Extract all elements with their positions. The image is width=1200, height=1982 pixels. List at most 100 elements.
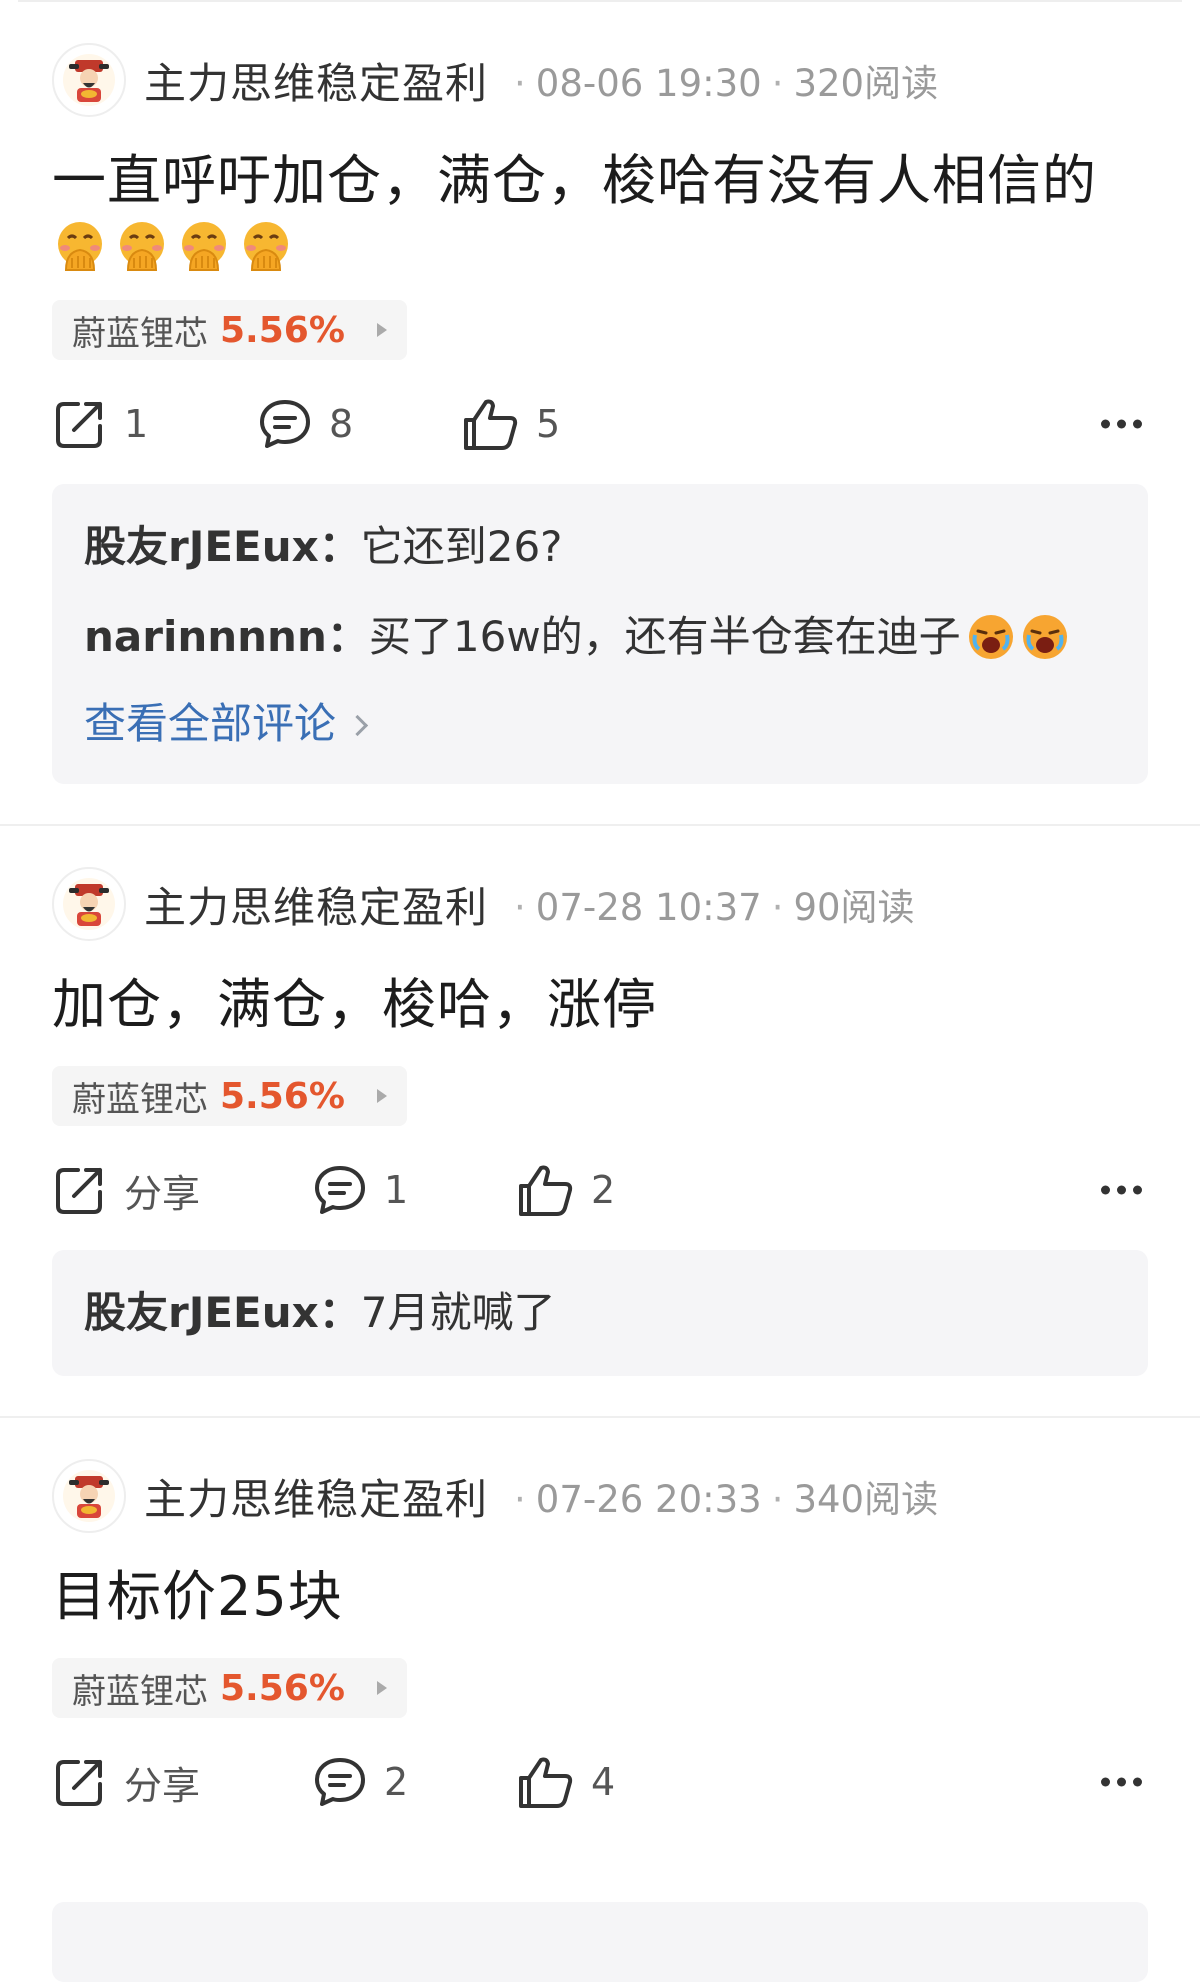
post-card: 主力思维稳定盈利 · 07-28 10:37 · 90阅读 加仓，满仓，梭哈，涨停 蔚…	[0, 826, 1200, 1376]
chevron-right-icon	[346, 714, 369, 736]
like-button[interactable]: 5	[462, 396, 560, 452]
comment-count: 1	[384, 1168, 409, 1212]
share-button[interactable]: 分享	[52, 1754, 312, 1810]
comment-text: 买了16w的，还有半仓套在迪子	[368, 612, 961, 661]
meta-separator: ·	[771, 62, 784, 105]
hand-over-mouth-emoji-icon	[182, 222, 226, 271]
post-time: 08-06 19:30	[535, 62, 762, 105]
like-button[interactable]: 2	[517, 1162, 615, 1218]
comment-colon: ：	[326, 612, 369, 661]
post-meta: · 08-06 19:30 · 320阅读	[504, 53, 938, 107]
crying-face-emoji-icon	[968, 615, 1013, 659]
comment-button[interactable]: 8	[257, 396, 462, 452]
god-of-wealth-avatar-icon	[63, 54, 115, 106]
author-row: 主力思维稳定盈利 · 08-06 19:30 · 320阅读	[52, 40, 1148, 120]
tag-arrow-icon	[376, 1089, 387, 1103]
stock-change: 5.56%	[220, 309, 345, 351]
more-options-icon[interactable]	[1101, 1777, 1142, 1787]
share-count: 1	[124, 402, 149, 446]
read-count: 320阅读	[793, 62, 939, 105]
stock-tag[interactable]: 蔚蓝锂芯 5.56%	[52, 1066, 407, 1126]
post-meta: · 07-26 20:33 · 340阅读	[504, 1469, 938, 1523]
stock-name: 蔚蓝锂芯	[72, 313, 208, 354]
comment-count: 8	[329, 402, 354, 446]
thumbs-up-icon	[464, 399, 518, 450]
share-icon	[56, 402, 102, 448]
post-text[interactable]: 加仓，满仓，梭哈，涨停	[52, 970, 1148, 1040]
post-time: 07-26 20:33	[535, 1478, 762, 1521]
comment-text: 它还到26?	[360, 522, 563, 571]
more-options-icon[interactable]	[1101, 419, 1142, 429]
avatar[interactable]	[52, 43, 126, 117]
view-all-label: 查看全部评论	[84, 699, 337, 748]
stock-tag[interactable]: 蔚蓝锂芯 5.56%	[52, 1658, 407, 1718]
author-row: 主力思维稳定盈利 · 07-28 10:37 · 90阅读	[52, 864, 1148, 944]
share-icon	[56, 1168, 102, 1214]
emoji-row	[52, 218, 1148, 274]
author-name[interactable]: 主力思维稳定盈利	[144, 1466, 488, 1527]
author-row: 主力思维稳定盈利 · 07-26 20:33 · 340阅读	[52, 1456, 1148, 1536]
meta-separator: ·	[514, 62, 526, 105]
post-text[interactable]: 目标价25块	[52, 1562, 1148, 1632]
share-label: 分享	[124, 1171, 201, 1216]
more-options-icon[interactable]	[1101, 1185, 1142, 1195]
hand-over-mouth-emoji-icon	[120, 222, 164, 271]
god-of-wealth-avatar-icon	[63, 1470, 115, 1522]
tag-arrow-icon	[376, 1681, 387, 1695]
comment-user[interactable]: 股友rJEEux	[84, 502, 319, 592]
comment-user[interactable]: narinnnnn	[84, 592, 327, 682]
thumbs-up-icon	[519, 1165, 573, 1216]
action-bar: 分享 1 2	[52, 1130, 1148, 1250]
comment-icon	[315, 1758, 365, 1806]
stock-name: 蔚蓝锂芯	[72, 1671, 208, 1712]
hand-over-mouth-emoji-icon	[244, 222, 288, 271]
comments-preview[interactable]: 股友rJEEux：它还到26? narinnnnn：买了16w的，还有半仓套在迪…	[52, 484, 1148, 784]
action-bar: 分享 2 4	[52, 1722, 1148, 1842]
comment-item[interactable]: 股友rJEEux：它还到26?	[84, 502, 1116, 592]
share-button[interactable]: 1	[52, 396, 257, 452]
author-name[interactable]: 主力思维稳定盈利	[144, 50, 488, 111]
comment-text: 7月就喊了	[360, 1288, 556, 1337]
share-button[interactable]: 分享	[52, 1162, 312, 1218]
meta-separator: ·	[771, 1478, 784, 1521]
like-count: 2	[591, 1168, 616, 1212]
view-all-comments-link[interactable]: 查看全部评论	[84, 682, 1116, 766]
like-count: 5	[536, 402, 561, 446]
thumbs-up-icon	[519, 1757, 573, 1808]
god-of-wealth-avatar-icon	[63, 878, 115, 930]
tag-arrow-icon	[376, 323, 387, 337]
action-bar: 1 8 5	[52, 364, 1148, 484]
comment-colon: ：	[318, 522, 361, 571]
stock-name: 蔚蓝锂芯	[72, 1079, 208, 1120]
comment-count: 2	[384, 1760, 409, 1804]
comment-user[interactable]: 股友rJEEux	[84, 1268, 319, 1358]
stock-tag[interactable]: 蔚蓝锂芯 5.56%	[52, 300, 407, 360]
post-text[interactable]: 一直呼吁加仓，满仓，梭哈有没有人相信的	[52, 146, 1148, 216]
avatar[interactable]	[52, 867, 126, 941]
comment-colon: ：	[318, 1288, 361, 1337]
author-name[interactable]: 主力思维稳定盈利	[144, 874, 488, 935]
crying-face-emoji-icon	[1022, 615, 1067, 659]
read-count: 90阅读	[793, 886, 915, 929]
stock-change: 5.56%	[220, 1075, 345, 1117]
post-card: 主力思维稳定盈利 · 08-06 19:30 · 320阅读 一直呼吁加仓，满仓，梭哈…	[0, 2, 1200, 784]
like-button[interactable]: 4	[517, 1754, 615, 1810]
stock-change: 5.56%	[220, 1667, 345, 1709]
meta-separator: ·	[771, 886, 784, 929]
comment-icon	[315, 1166, 365, 1214]
share-label: 分享	[124, 1763, 201, 1808]
comment-item[interactable]: 股友rJEEux： 7月就喊了	[84, 1268, 1116, 1358]
meta-separator: ·	[514, 886, 526, 929]
comments-preview[interactable]: 股友rJEEux： 7月就喊了	[52, 1250, 1148, 1376]
meta-separator: ·	[514, 1478, 526, 1521]
like-count: 4	[591, 1760, 616, 1804]
comment-button[interactable]: 1	[312, 1162, 517, 1218]
post-time: 07-28 10:37	[535, 886, 762, 929]
comment-button[interactable]: 2	[312, 1754, 517, 1810]
share-icon	[56, 1760, 102, 1806]
post-card: 主力思维稳定盈利 · 07-26 20:33 · 340阅读 目标价25块 蔚蓝锂芯 …	[0, 1418, 1200, 1842]
avatar[interactable]	[52, 1459, 126, 1533]
post-meta: · 07-28 10:37 · 90阅读	[504, 877, 915, 931]
hand-over-mouth-emoji-icon	[58, 222, 102, 271]
comment-item[interactable]: narinnnnn：买了16w的，还有半仓套在迪子	[84, 592, 1116, 682]
